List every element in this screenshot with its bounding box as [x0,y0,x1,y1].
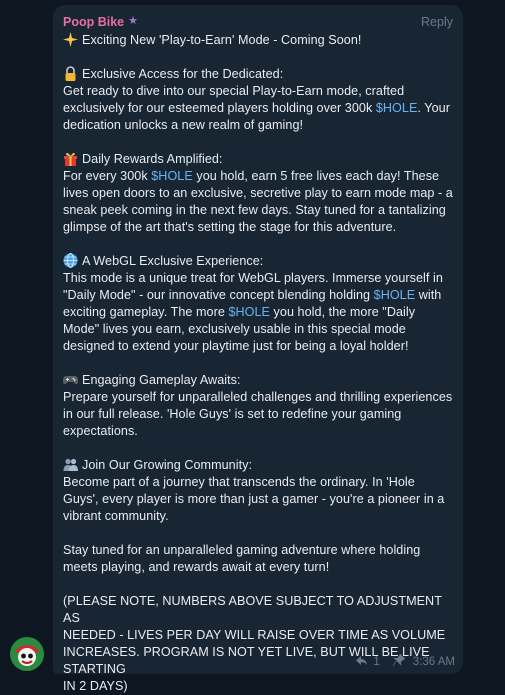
hashtag-link[interactable]: $HOLE [374,288,416,302]
text-line: Get ready to dive into our special Play-… [63,83,453,100]
message-text: Exciting New 'Play-to-Earn' Mode - Comin… [63,32,453,695]
text-run: This mode is a unique treat for WebGL pl… [63,271,443,285]
message-paragraph: Daily Rewards Amplified: For every 300k $… [63,151,453,236]
text-line: Stay tuned for an unparalleled gaming ad… [63,542,453,559]
text-run: For every 300k [63,169,152,183]
text-run: IN 2 DAYS) [63,679,128,693]
text-run: vibrant community. [63,509,169,523]
text-run: expectations. [63,424,138,438]
text-line: Prepare yourself for unparalleled challe… [63,389,453,406]
replies-icon[interactable] [355,655,368,669]
hashtag-link[interactable]: $HOLE [151,169,193,183]
text-run: sneak peek coming in the next few days. … [63,203,446,217]
reply-count[interactable]: 1 [373,656,379,668]
text-run: with [415,288,442,302]
text-line: meets playing, and rewards await at ever… [63,559,453,576]
text-run: Daily Rewards Amplified: [82,152,223,166]
text-line: Exciting New 'Play-to-Earn' Mode - Comin… [63,32,453,49]
pin-icon [392,653,406,669]
text-run: lives open doors to an exclusive, secret… [63,186,453,200]
text-run: A WebGL Exclusive Experience: [82,254,264,268]
sender: Poop Bike ★ [63,15,138,29]
text-run: exciting gameplay. The more [63,305,229,319]
text-run: "Daily Mode" - our innovative concept bl… [63,288,374,302]
text-line: dedication unlocks a new realm of gaming… [63,117,453,134]
text-run: Mode" lives you earn, exclusively usable… [63,322,406,336]
text-run: Exciting New 'Play-to-Earn' Mode - Comin… [82,33,362,47]
text-run: Join Our Growing Community: [82,458,253,472]
text-line: designed to extend your playtime just fo… [63,338,453,355]
text-run: Exclusive Access for the Dedicated: [82,67,284,81]
text-run: Get ready to dive into our special Play-… [63,84,405,98]
text-line: A WebGL Exclusive Experience: [63,253,453,270]
message-paragraph: Join Our Growing Community: Become part o… [63,457,453,525]
text-run: Prepare yourself for unparalleled challe… [63,390,453,404]
hashtag-link[interactable]: $HOLE [228,305,270,319]
text-run: exclusively for our esteemed players hol… [63,101,376,115]
text-run: (PLEASE NOTE, NUMBERS ABOVE SUBJECT TO A… [63,594,442,625]
text-line: This mode is a unique treat for WebGL pl… [63,270,453,287]
text-run: in our full release. 'Hole Guys' is set … [63,407,402,421]
text-line: Guys', every player is more than just a … [63,491,453,508]
text-line: Daily Rewards Amplified: [63,151,453,168]
text-line: IN 2 DAYS) [63,678,453,695]
text-line: vibrant community. [63,508,453,525]
text-line: exclusively for our esteemed players hol… [63,100,453,117]
text-line: expectations. [63,423,453,440]
reply-button[interactable]: Reply [421,15,453,29]
text-run: glimpse of the art that's setting the st… [63,220,397,234]
message-paragraph: Exciting New 'Play-to-Earn' Mode - Comin… [63,32,453,49]
text-run: NEEDED - LIVES PER DAY WILL RAISE OVER T… [63,628,446,642]
text-line: lives open doors to an exclusive, secret… [63,185,453,202]
text-line: exciting gameplay. The more $HOLE you ho… [63,304,453,321]
message-header: Poop Bike ★ Reply [63,14,453,29]
globe-icon [63,253,82,268]
text-line: (PLEASE NOTE, NUMBERS ABOVE SUBJECT TO A… [63,593,453,627]
text-run: designed to extend your playtime just fo… [63,339,409,353]
text-line: in our full release. 'Hole Guys' is set … [63,406,453,423]
message-paragraph: Exclusive Access for the Dedicated: Get r… [63,66,453,134]
text-line: Exclusive Access for the Dedicated: [63,66,453,83]
text-run: Guys', every player is more than just a … [63,492,445,506]
people-icon [63,458,82,472]
gift-icon [63,152,82,166]
text-line: Engaging Gameplay Awaits: [63,372,453,389]
message-paragraph: Engaging Gameplay Awaits: Prepare yoursel… [63,372,453,440]
text-run: Become part of a journey that transcends… [63,475,415,489]
text-line: glimpse of the art that's setting the st… [63,219,453,236]
text-run: dedication unlocks a new realm of gaming… [63,118,304,132]
gamepad-icon [63,373,82,387]
star-icon: ★ [128,15,138,27]
timestamp: 3:36 AM [412,655,455,668]
sparkle-icon [63,32,82,47]
message-paragraph: A WebGL Exclusive Experience: This mode i… [63,253,453,355]
text-line: sneak peek coming in the next few days. … [63,202,453,219]
sender-name[interactable]: Poop Bike [63,15,124,29]
text-line: Become part of a journey that transcends… [63,474,453,491]
text-line: For every 300k $HOLE you hold, earn 5 fr… [63,168,453,185]
text-run: Stay tuned for an unparalleled gaming ad… [63,543,421,557]
text-run: you hold, the more "Daily [270,305,416,319]
message-bubble[interactable]: Poop Bike ★ Reply Exciting New 'Play-to-… [53,5,463,693]
message-footer: 1 3:36 AM [355,653,455,669]
text-line: "Daily Mode" - our innovative concept bl… [63,287,453,304]
text-run: you hold, earn 5 free lives each day! Th… [192,169,440,183]
text-line: Join Our Growing Community: [63,457,453,474]
text-line: NEEDED - LIVES PER DAY WILL RAISE OVER T… [63,627,453,644]
avatar[interactable] [10,637,44,671]
text-run: . Your [417,101,450,115]
message-paragraph: Stay tuned for an unparalleled gaming ad… [63,542,453,576]
text-run: meets playing, and rewards await at ever… [63,560,330,574]
lock-icon [63,66,82,81]
text-run: Engaging Gameplay Awaits: [82,373,241,387]
text-line: Mode" lives you earn, exclusively usable… [63,321,453,338]
hashtag-link[interactable]: $HOLE [376,101,418,115]
